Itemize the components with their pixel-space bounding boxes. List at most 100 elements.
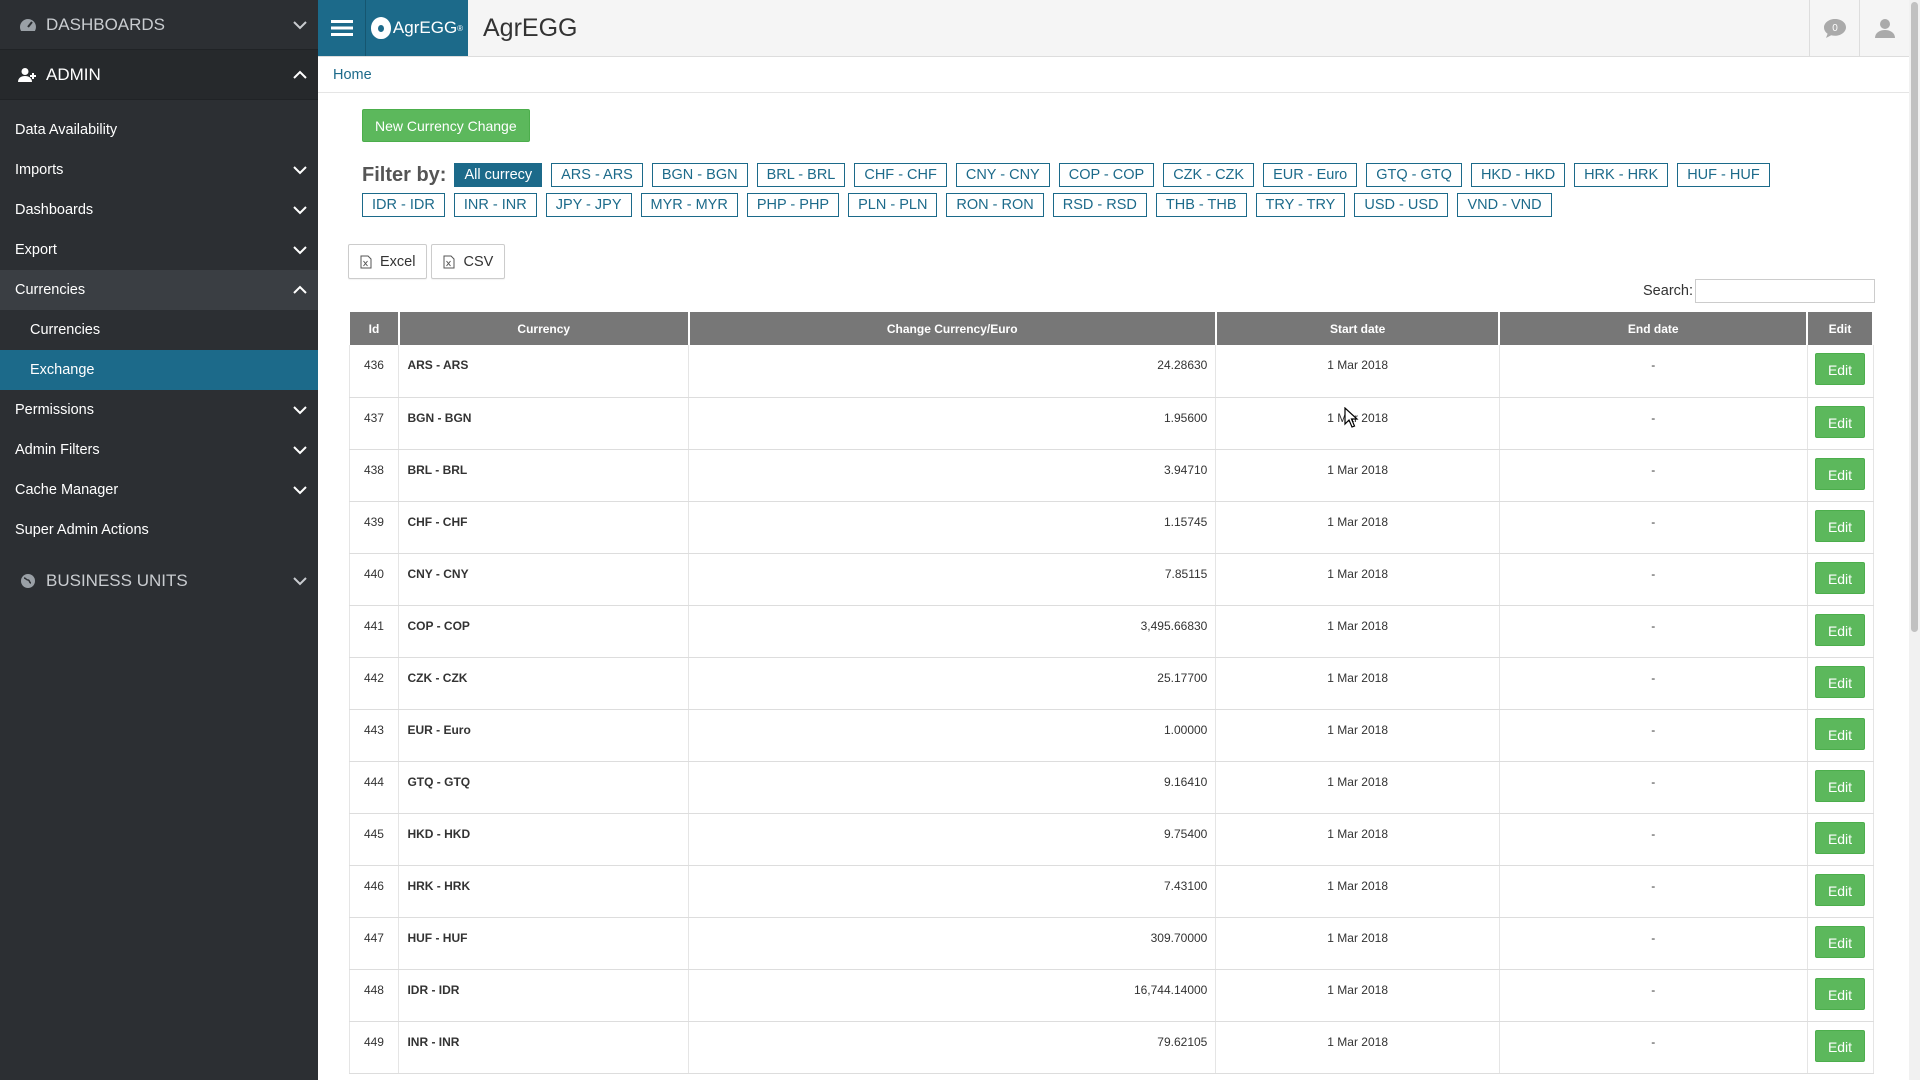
cell-end-date: -: [1499, 917, 1808, 970]
filter-chip-chf[interactable]: CHF - CHF: [854, 163, 947, 187]
filter-chip-vnd[interactable]: VND - VND: [1457, 193, 1552, 217]
table-row: 448 IDR - IDR 16,744.14000 1 Mar 2018 - …: [348, 969, 1874, 1022]
filter-chip-jpy[interactable]: JPY - JPY: [545, 193, 632, 217]
cell-id: 440: [348, 553, 400, 606]
filter-chip-thb[interactable]: THB - THB: [1155, 193, 1247, 217]
sidebar-section-admin[interactable]: ADMIN: [0, 50, 318, 100]
sidebar-item-label: Currencies: [15, 282, 86, 298]
edit-button[interactable]: Edit: [1815, 1029, 1865, 1062]
top-icons: 0: [1809, 0, 1909, 56]
user-menu-button[interactable]: [1859, 0, 1909, 56]
filter-chip-cop[interactable]: COP - COP: [1058, 163, 1155, 187]
column-header-rate[interactable]: Change Currency/Euro: [687, 310, 1217, 345]
filter-chip-php[interactable]: PHP - PHP: [746, 193, 840, 217]
brand-logo-text: AgrEGG: [392, 18, 458, 37]
edit-button[interactable]: Edit: [1815, 977, 1865, 1010]
chevron-up-icon: [293, 70, 307, 79]
column-header-start-date[interactable]: Start date: [1214, 310, 1501, 345]
sidebar-section-business-units[interactable]: BUSINESS UNITS: [0, 556, 318, 606]
column-header-id[interactable]: Id: [348, 310, 400, 345]
filter-chip-eur[interactable]: EUR - Euro: [1263, 163, 1358, 187]
filter-chip-bgn[interactable]: BGN - BGN: [651, 163, 748, 187]
cell-edit: Edit: [1807, 865, 1874, 918]
filter-chip-ars[interactable]: ARS - ARS: [551, 163, 643, 187]
filter-chip-cny[interactable]: CNY - CNY: [955, 163, 1050, 187]
filter-chip-all[interactable]: All currecy: [454, 163, 543, 187]
edit-button[interactable]: Edit: [1815, 613, 1865, 646]
sidebar-item-export[interactable]: Export: [0, 230, 318, 270]
cell-edit: Edit: [1807, 397, 1874, 450]
cell-edit: Edit: [1807, 657, 1874, 710]
filter-chip-try[interactable]: TRY - TRY: [1255, 193, 1346, 217]
search-input[interactable]: [1695, 279, 1875, 303]
cell-end-date: -: [1499, 449, 1808, 502]
filter-chip-huf[interactable]: HUF - HUF: [1677, 163, 1770, 187]
filter-chip-pln[interactable]: PLN - PLN: [848, 193, 938, 217]
column-header-currency[interactable]: Currency: [397, 310, 690, 345]
cell-edit: Edit: [1807, 813, 1874, 866]
file-csv-icon: [443, 255, 455, 268]
menu-toggle-button[interactable]: [318, 0, 366, 56]
filter-chip-hrk[interactable]: HRK - HRK: [1574, 163, 1669, 187]
column-header-edit[interactable]: Edit: [1806, 310, 1874, 345]
filter-chip-myr[interactable]: MYR - MYR: [640, 193, 738, 217]
cell-rate: 25.17700: [688, 657, 1217, 710]
edit-button[interactable]: Edit: [1815, 405, 1865, 438]
cell-currency: INR - INR: [398, 1021, 690, 1074]
sidebar-item-data-availability[interactable]: Data Availability: [0, 110, 318, 150]
filter-chip-ron[interactable]: RON - RON: [946, 193, 1044, 217]
file-excel-icon: [360, 255, 372, 268]
filter-chip-usd[interactable]: USD - USD: [1354, 193, 1449, 217]
notifications-button[interactable]: 0: [1809, 0, 1859, 56]
cell-id: 445: [348, 813, 400, 866]
filter-chip-brl[interactable]: BRL - BRL: [756, 163, 846, 187]
cell-end-date: -: [1499, 813, 1808, 866]
sidebar-item-permissions[interactable]: Permissions: [0, 390, 318, 430]
filter-chip-idr[interactable]: IDR - IDR: [362, 193, 445, 217]
filter-chip-gtq[interactable]: GTQ - GTQ: [1366, 163, 1462, 187]
cell-end-date: -: [1499, 397, 1808, 450]
filter-chip-inr[interactable]: INR - INR: [453, 193, 537, 217]
chevron-down-icon: [293, 206, 307, 215]
new-currency-change-button[interactable]: New Currency Change: [362, 109, 530, 142]
cell-currency: ARS - ARS: [398, 345, 690, 398]
cell-id: 438: [348, 449, 400, 502]
cell-id: 444: [348, 761, 400, 814]
edit-button[interactable]: Edit: [1815, 717, 1865, 750]
sidebar-item-admin-filters[interactable]: Admin Filters: [0, 430, 318, 470]
sidebar-item-label: Imports: [15, 162, 64, 178]
scrollbar-thumb[interactable]: [1911, 2, 1918, 632]
filter-chip-rsd[interactable]: RSD - RSD: [1052, 193, 1147, 217]
sidebar-item-dashboards[interactable]: Dashboards: [0, 190, 318, 230]
edit-button[interactable]: Edit: [1815, 353, 1865, 385]
filter-chip-czk[interactable]: CZK - CZK: [1163, 163, 1255, 187]
edit-button[interactable]: Edit: [1815, 925, 1865, 958]
edit-button[interactable]: Edit: [1815, 509, 1865, 542]
cell-currency: HRK - HRK: [398, 865, 690, 918]
column-header-end-date[interactable]: End date: [1498, 310, 1808, 345]
page-title: AgrEGG: [483, 13, 578, 42]
sidebar-item-cache-manager[interactable]: Cache Manager: [0, 470, 318, 510]
sidebar-section-dashboards[interactable]: DASHBOARDS: [0, 0, 318, 50]
export-excel-button[interactable]: Excel: [348, 244, 428, 279]
sidebar-item-super-admin-actions[interactable]: Super Admin Actions: [0, 510, 318, 550]
sidebar-item-currencies[interactable]: Currencies: [0, 270, 318, 310]
edit-button[interactable]: Edit: [1815, 665, 1865, 698]
edit-button[interactable]: Edit: [1815, 821, 1865, 854]
cell-start-date: 1 Mar 2018: [1215, 1021, 1500, 1074]
sidebar-subitem-currencies[interactable]: Currencies: [0, 310, 318, 350]
filter-chip-hkd[interactable]: HKD - HKD: [1470, 163, 1566, 187]
cell-start-date: 1 Mar 2018: [1215, 865, 1500, 918]
export-csv-button[interactable]: CSV: [431, 244, 506, 279]
cell-edit: Edit: [1807, 969, 1874, 1022]
edit-button[interactable]: Edit: [1815, 769, 1865, 802]
sidebar-item-label: Permissions: [15, 402, 94, 418]
edit-button[interactable]: Edit: [1815, 873, 1865, 906]
edit-button[interactable]: Edit: [1815, 457, 1865, 490]
breadcrumb-home-link[interactable]: Home: [333, 67, 372, 83]
edit-button[interactable]: Edit: [1815, 561, 1865, 594]
sidebar-subitem-exchange[interactable]: Exchange: [0, 350, 318, 390]
page-scrollbar[interactable]: [1909, 0, 1920, 1080]
sidebar-item-imports[interactable]: Imports: [0, 150, 318, 190]
brand-logo[interactable]: AgrEGG ®: [366, 0, 468, 56]
